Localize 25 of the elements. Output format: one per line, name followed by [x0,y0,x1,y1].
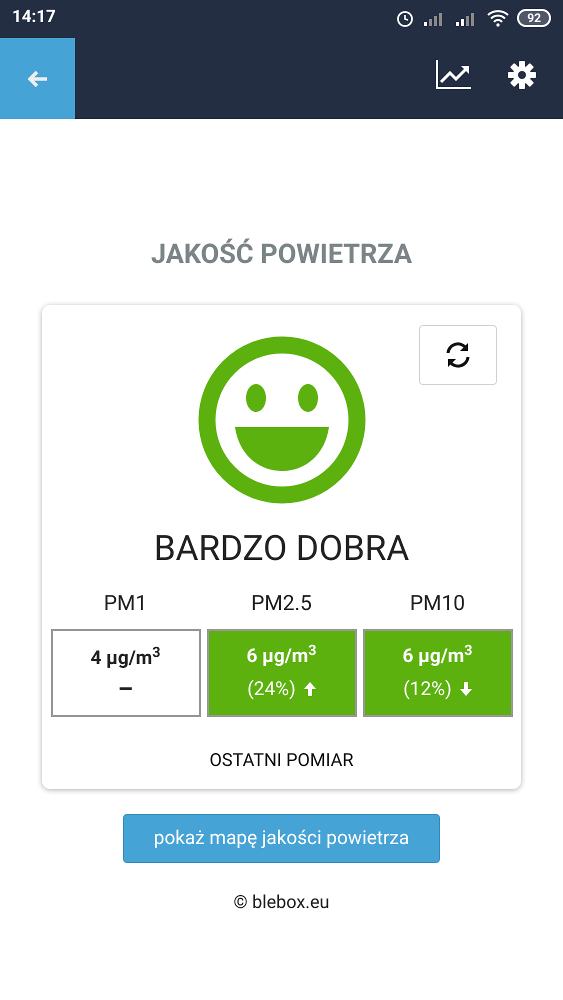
chart-icon[interactable] [436,60,472,90]
concentration-value: 6 µg/m$^{3}$ [402,642,472,669]
map-button[interactable]: pokaż mapę jakości powietrza [123,814,440,862]
pm-label: PM10 [410,591,466,618]
battery-icon: 92 [517,9,551,27]
down-arrow-icon [460,682,472,696]
back-arrow-icon [26,70,48,88]
refresh-button[interactable] [419,324,497,384]
concentration-value: 6 µg/m$^{3}$ [246,642,316,669]
status-time: 14:17 [12,6,56,30]
up-arrow-icon [304,682,316,696]
last-measurement-label: OSTATNI POMIAR [209,748,354,772]
change-percent: (24%) [247,676,296,702]
change-percent: (12%) [403,676,452,702]
wifi-icon [487,9,510,27]
concentration-value: 4 µg/m$^{3}$ [90,644,160,672]
smiley-icon [196,334,366,504]
refresh-icon [444,340,472,368]
pm-label: PM1 [104,591,148,618]
footer-text: © blebox.eu [234,890,330,914]
page-title: JAKOŚĆ POWIETRZA [150,237,412,272]
pm-label: PM2.5 [251,591,312,618]
quality-label: BARDZO DOBRA [154,526,410,570]
alarm-icon [395,8,416,28]
no-change-text: – [118,676,134,701]
